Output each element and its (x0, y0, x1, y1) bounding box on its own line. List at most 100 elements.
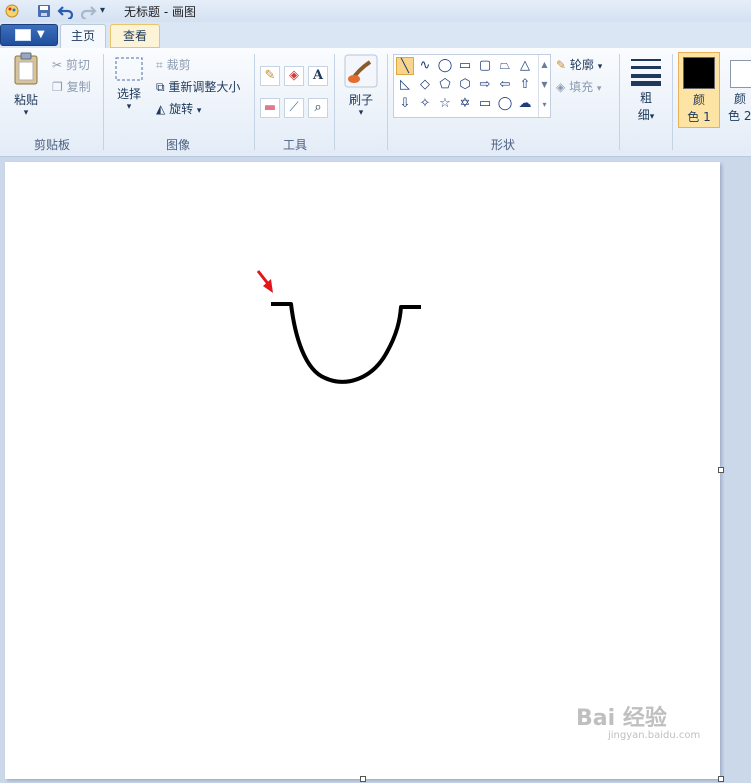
line-shape-icon[interactable]: ╲ (396, 57, 414, 75)
select-button[interactable]: 选择 ▾ (110, 56, 148, 112)
color1-button[interactable]: 颜 色 1 (678, 52, 720, 128)
fill-label: 填充 (569, 80, 594, 94)
copy-button[interactable]: ❐ 复制 (52, 78, 91, 95)
hexagon-shape-icon[interactable]: ⬡ (456, 76, 474, 94)
tab-home[interactable]: 主页 (60, 24, 106, 48)
oval-callout-shape-icon[interactable]: ◯ (496, 95, 514, 113)
watermark-text: Bai 经验 (576, 706, 667, 731)
divider (619, 54, 620, 150)
color2-button[interactable]: 颜 色 2 (726, 52, 751, 128)
eyedropper-icon: ⟋ (289, 100, 299, 115)
cut-button[interactable]: ✂ 剪切 (52, 56, 90, 73)
rotate-icon: ◭ (156, 102, 166, 116)
rotate-button[interactable]: ◭ 旋转 ▾ (156, 100, 201, 117)
polygon-shape-icon[interactable]: ⏢ (496, 57, 514, 75)
size-button[interactable]: 粗 细▾ (626, 56, 666, 123)
rounded-callout-shape-icon[interactable]: ▭ (476, 95, 494, 113)
magnifier-icon: ⌕ (314, 100, 322, 115)
clipboard-icon (14, 52, 38, 85)
right-arrow-shape-icon[interactable]: ⇨ (476, 76, 494, 94)
brushes-button[interactable]: 刷子 ▾ (342, 54, 380, 118)
color2-swatch (730, 60, 751, 88)
divider (672, 54, 673, 150)
tools-group-label: 工具 (282, 138, 307, 152)
color1-label-line2: 色 1 (687, 110, 711, 124)
scroll-down-icon[interactable]: ▼ (539, 75, 550, 95)
file-menu-button[interactable]: ▼ (0, 24, 58, 46)
shapes-gallery: ╲ ∿ ◯ ▭ ▢ ⏢ △ ◺ ◇ ⬠ ⬡ ⇨ ⇦ ⇧ ⇩ ✧ ☆ ✡ ▭ ◯ … (393, 54, 551, 118)
six-point-star-shape-icon[interactable]: ✡ (456, 95, 474, 113)
color-picker-tool[interactable]: ⟋ (284, 98, 304, 118)
eraser-tool[interactable]: ▬ (260, 98, 280, 118)
divider (103, 54, 104, 150)
resize-icon: ⧉ (156, 80, 165, 94)
drawn-stroke (271, 302, 421, 384)
divider (387, 54, 388, 150)
copy-label: 复制 (66, 80, 91, 94)
text-tool[interactable]: A (308, 66, 328, 86)
customize-quick-access-icon[interactable]: ▾ (100, 5, 105, 21)
drawing-layer (256, 270, 421, 384)
resize-button[interactable]: ⧉ 重新调整大小 (156, 78, 240, 95)
paste-button[interactable]: 粘贴 ▾ (6, 52, 46, 118)
size-label-line2: 细▾ (637, 108, 655, 122)
redo-icon[interactable] (79, 3, 97, 21)
resize-handle-bottom[interactable] (360, 776, 366, 782)
copy-icon: ❐ (52, 80, 63, 94)
rounded-rectangle-shape-icon[interactable]: ▢ (476, 57, 494, 75)
ribbon: 粘贴 ▾ ✂ 剪切 ❐ 复制 剪贴板 选择 ▾ ⌗ 裁剪 ⧉ 重新调整大小 ◭ … (0, 48, 751, 157)
brush-icon (344, 54, 378, 88)
pentagon-shape-icon[interactable]: ⬠ (436, 76, 454, 94)
crop-icon: ⌗ (156, 58, 163, 72)
right-triangle-shape-icon[interactable]: ◺ (396, 76, 414, 94)
four-point-star-shape-icon[interactable]: ✧ (416, 95, 434, 113)
drawing-canvas[interactable] (5, 162, 724, 782)
down-arrow-shape-icon[interactable]: ⇩ (396, 95, 414, 113)
outline-pen-icon: ✎ (556, 58, 567, 72)
fill-button[interactable]: ◈ 填充 ▾ (556, 78, 601, 95)
left-arrow-shape-icon[interactable]: ⇦ (496, 76, 514, 94)
magnifier-tool[interactable]: ⌕ (308, 98, 328, 118)
outline-button[interactable]: ✎ 轮廓 ▾ (556, 56, 602, 73)
brushes-label: 刷子 (348, 93, 373, 107)
tab-view[interactable]: 查看 (110, 24, 160, 48)
chevron-down-icon: ▾ (126, 102, 132, 112)
menu-icon (15, 29, 31, 41)
chevron-down-icon: ▾ (596, 84, 602, 94)
paste-label: 粘贴 (13, 93, 38, 107)
title-bar: ▾ 无标题 - 画图 (0, 0, 751, 23)
curve-shape-icon[interactable]: ∿ (416, 57, 434, 75)
paint-app-icon[interactable] (4, 3, 20, 19)
rectangle-shape-icon[interactable]: ▭ (456, 57, 474, 75)
expand-gallery-icon[interactable]: ▾ (539, 95, 550, 115)
select-label: 选择 (116, 87, 141, 101)
resize-label: 重新调整大小 (168, 80, 241, 94)
resize-handle-right[interactable] (718, 467, 724, 473)
image-group-label: 图像 (165, 138, 190, 152)
five-point-star-shape-icon[interactable]: ☆ (436, 95, 454, 113)
chevron-down-icon: ▼ (37, 29, 45, 40)
save-icon[interactable] (36, 3, 52, 19)
resize-handle-corner[interactable] (718, 776, 724, 782)
scissors-icon: ✂ (52, 58, 63, 72)
oval-shape-icon[interactable]: ◯ (436, 57, 454, 75)
annotation-arrow (256, 270, 273, 293)
crop-button[interactable]: ⌗ 裁剪 (156, 56, 191, 73)
undo-icon[interactable] (57, 3, 75, 21)
cloud-callout-shape-icon[interactable]: ☁ (516, 95, 534, 113)
pencil-tool[interactable]: ✎ (260, 66, 280, 86)
color2-label-line2: 色 2 (728, 109, 751, 123)
chevron-down-icon: ▾ (196, 106, 202, 116)
divider (254, 54, 255, 150)
gallery-scroll[interactable]: ▲ ▼ ▾ (538, 55, 550, 117)
diamond-shape-icon[interactable]: ◇ (416, 76, 434, 94)
eraser-icon: ▬ (263, 100, 277, 115)
shapes-group-label: 形状 (490, 138, 515, 152)
scroll-up-icon[interactable]: ▲ (539, 55, 550, 75)
fill-bucket-icon: ◈ (556, 80, 566, 94)
triangle-shape-icon[interactable]: △ (516, 57, 534, 75)
chevron-down-icon: ▾ (358, 108, 364, 118)
fill-tool[interactable]: ◈ (284, 66, 304, 86)
up-arrow-shape-icon[interactable]: ⇧ (516, 76, 534, 94)
cut-label: 剪切 (65, 58, 90, 72)
